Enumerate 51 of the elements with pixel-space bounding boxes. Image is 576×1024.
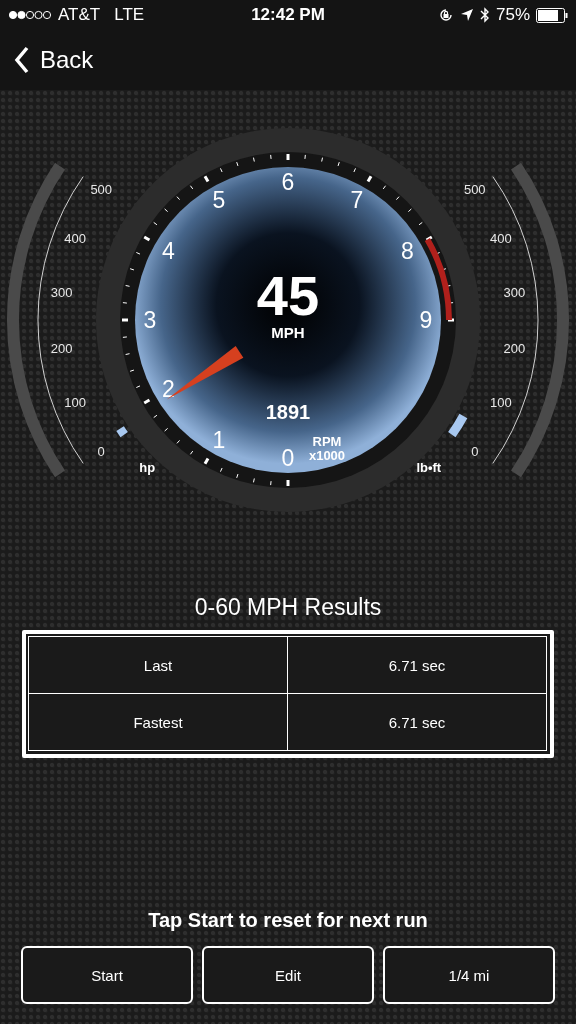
rpm-unit: RPM — [312, 434, 342, 449]
instruction-text: Tap Start to reset for next run — [148, 909, 428, 932]
scale-label: 100 — [490, 394, 512, 410]
level-fill — [116, 426, 128, 438]
battery-icon — [536, 7, 568, 23]
rpm-number: 6 — [281, 169, 295, 195]
rpm-number: 5 — [212, 187, 226, 214]
rpm-number: 3 — [143, 307, 157, 333]
unit-label: hp — [139, 460, 156, 476]
battery-percent: 75% — [495, 5, 530, 25]
scale-label: 0 — [471, 443, 479, 459]
scale-label: 0 — [97, 443, 105, 459]
scale-label: 400 — [490, 231, 512, 247]
rpm-value: 1891 — [265, 401, 311, 423]
speed-unit: MPH — [271, 324, 305, 341]
rpm-scale: x1000 — [308, 448, 346, 463]
table-cell: 6.71 sec — [287, 693, 547, 751]
scale-label: 300 — [50, 285, 73, 301]
table-cell: Fastest — [28, 693, 288, 751]
clock-time: 12:42 PM — [251, 5, 325, 25]
rpm-number: 0 — [281, 445, 295, 471]
network-label: LTE — [114, 5, 145, 25]
scale-label: 500 — [90, 182, 113, 198]
location-icon — [459, 8, 474, 22]
rpm-number: 4 — [162, 238, 175, 264]
rpm-number: 7 — [350, 187, 364, 214]
scale-label: 300 — [503, 285, 526, 301]
speed-value: 45 — [256, 264, 320, 327]
scale-label: 200 — [503, 340, 526, 356]
results-title: 0-60 MPH Results — [194, 594, 382, 621]
unit-label: lb•ft — [416, 460, 442, 476]
rpm-number: 1 — [212, 426, 226, 453]
bluetooth-icon — [479, 7, 490, 23]
scale-label: 100 — [64, 394, 86, 410]
chevron-left-icon — [14, 46, 30, 74]
signal-icon — [8, 10, 52, 20]
rpm-number: 9 — [419, 307, 433, 333]
carrier-label: AT&T — [58, 5, 101, 25]
action-button[interactable]: Start — [21, 946, 193, 1004]
rpm-number: 2 — [162, 376, 175, 402]
table-cell: 6.71 sec — [287, 636, 547, 694]
scale-label: 500 — [463, 182, 486, 198]
scale-label: 200 — [50, 340, 73, 356]
rpm-number: 8 — [401, 238, 414, 264]
level-fill — [448, 413, 468, 438]
scale-label: 400 — [64, 231, 86, 247]
action-button[interactable]: Edit — [202, 946, 374, 1004]
rotation-lock-icon — [437, 7, 454, 23]
table-cell: Last — [28, 636, 288, 694]
back-button[interactable]: Back — [14, 46, 94, 74]
action-button[interactable]: 1/4 mi — [383, 946, 555, 1004]
